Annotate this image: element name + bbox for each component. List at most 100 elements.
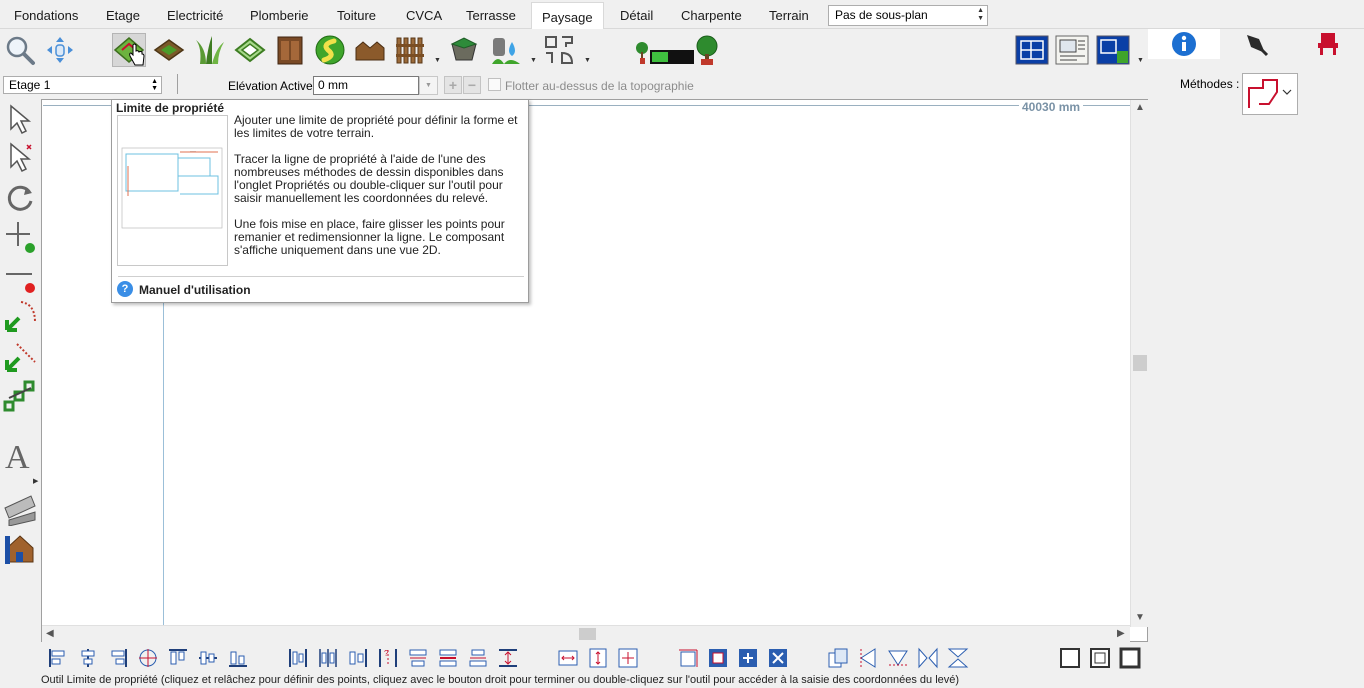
scroll-down-icon[interactable]: ▼	[1135, 612, 1145, 623]
level-select-value: Etage 1	[9, 78, 51, 92]
scroll-up-icon[interactable]: ▲	[1135, 102, 1145, 113]
level-select[interactable]: Etage 1 ▲ ▼	[3, 76, 162, 94]
tab-fondations[interactable]: Fondations	[14, 8, 78, 23]
methods-dropdown[interactable]	[1242, 73, 1298, 115]
tab-toiture[interactable]: Toiture	[337, 8, 376, 23]
house-3d-icon[interactable]	[2, 531, 38, 567]
space-top-icon[interactable]	[407, 647, 429, 669]
mirror-horizontal-icon[interactable]	[917, 647, 939, 669]
tab-info[interactable]	[1148, 29, 1220, 59]
view-border-icon[interactable]	[1119, 647, 1141, 669]
hedge-icon[interactable]	[353, 33, 387, 67]
copy-object-icon[interactable]	[827, 647, 849, 669]
tool-tooltip: Limite de propriété —— Ajouter une limit…	[111, 99, 529, 303]
resize-both-icon[interactable]	[617, 647, 639, 669]
tab-charpente[interactable]: Charpente	[681, 8, 742, 23]
garden-bed-icon[interactable]	[152, 33, 186, 67]
flip-top-icon[interactable]	[887, 647, 909, 669]
tab-cvca[interactable]: CVCA	[406, 8, 442, 23]
remove-point-icon[interactable]	[2, 259, 38, 295]
line-edit-icon[interactable]	[2, 339, 38, 375]
scroll-right-icon[interactable]: ▶	[1117, 628, 1125, 639]
tab-plomberie[interactable]: Plomberie	[250, 8, 309, 23]
dropdown-arrow-icon[interactable]: ▼	[1137, 57, 1144, 64]
cabinet-icon[interactable]	[273, 33, 307, 67]
help-icon[interactable]: ?	[117, 281, 133, 297]
space-bottom-icon[interactable]	[467, 647, 489, 669]
size-shrink-icon[interactable]	[767, 647, 789, 669]
space-middle-icon[interactable]	[437, 647, 459, 669]
view-detail-icon[interactable]	[1089, 647, 1111, 669]
select-multiple-icon[interactable]	[2, 139, 38, 175]
chain-icon[interactable]	[2, 379, 38, 415]
align-right-icon[interactable]	[107, 647, 129, 669]
space-vertical-icon[interactable]	[497, 647, 519, 669]
fence-icon[interactable]	[393, 33, 427, 67]
tab-electricite[interactable]: Electricité	[167, 8, 223, 23]
tab-paysage[interactable]: Paysage	[531, 2, 604, 30]
text-icon[interactable]: A	[2, 437, 38, 473]
view-frame-icon[interactable]	[1059, 647, 1081, 669]
subplan-select[interactable]: Pas de sous-plan ▲ ▼	[828, 5, 988, 26]
plan-view-icon[interactable]	[1015, 33, 1049, 67]
water-icon[interactable]	[489, 33, 523, 67]
layout-view-icon[interactable]	[1055, 33, 1089, 67]
scroll-left-icon[interactable]: ◀	[46, 628, 54, 639]
pond-icon[interactable]	[447, 33, 481, 67]
pan-icon[interactable]	[43, 33, 77, 67]
align-middle-icon[interactable]	[137, 647, 159, 669]
size-match-icon[interactable]	[707, 647, 729, 669]
tab-detail[interactable]: Détail	[620, 8, 653, 23]
mirror-vertical-icon[interactable]	[947, 647, 969, 669]
distribute-spacing-icon[interactable]: ?	[377, 647, 399, 669]
camera-film-icon[interactable]	[2, 491, 38, 527]
vertical-scroll-thumb[interactable]	[1133, 355, 1147, 371]
size-expand-icon[interactable]	[677, 647, 699, 669]
status-bar: Outil Limite de propriété (cliquez et re…	[0, 673, 1364, 688]
tab-terrain[interactable]: Terrain	[769, 8, 809, 23]
path-icon[interactable]	[313, 33, 347, 67]
lawn-icon[interactable]	[233, 33, 267, 67]
user-manual-link[interactable]: Manuel d'utilisation	[139, 283, 251, 297]
tab-etage[interactable]: Etage	[106, 8, 140, 23]
distribute-right-icon[interactable]	[347, 647, 369, 669]
grass-icon[interactable]	[193, 33, 227, 67]
shapes-icon[interactable]	[542, 33, 576, 67]
size-grow-icon[interactable]	[737, 647, 759, 669]
dropdown-arrow-icon[interactable]: ▼	[530, 57, 537, 64]
flip-left-icon[interactable]	[857, 647, 879, 669]
tree-icon[interactable]	[690, 33, 724, 67]
elevation-minus-button[interactable]: −	[463, 76, 481, 94]
distribute-left-icon[interactable]	[287, 647, 309, 669]
resize-height-icon[interactable]	[587, 647, 609, 669]
align-left-icon[interactable]	[47, 647, 69, 669]
horizontal-scroll-thumb[interactable]	[579, 628, 596, 640]
tooltip-preview-image: ——	[117, 115, 228, 266]
align-top-icon[interactable]	[167, 647, 189, 669]
rotate-icon[interactable]	[2, 179, 38, 215]
site-plan-view-icon[interactable]	[1096, 33, 1130, 67]
vertical-scrollbar[interactable]: ▲ ▼	[1130, 100, 1148, 627]
zoom-icon[interactable]	[3, 33, 37, 67]
distribute-center-icon[interactable]	[317, 647, 339, 669]
elevation-dropdown[interactable]: ▼	[419, 76, 438, 95]
elevation-input[interactable]: 0 mm	[313, 76, 419, 95]
select-arrow-icon[interactable]	[2, 101, 38, 137]
tab-terrasse[interactable]: Terrasse	[466, 8, 516, 23]
float-topography-checkbox[interactable]	[488, 78, 501, 91]
align-center-icon[interactable]	[77, 647, 99, 669]
tab-style[interactable]	[1220, 29, 1292, 59]
dropdown-arrow-icon[interactable]: ▶	[33, 477, 38, 485]
arc-edit-icon[interactable]	[2, 299, 38, 335]
horizontal-scrollbar[interactable]: ◀ ▶	[42, 625, 1130, 642]
align-bottom-icon[interactable]	[227, 647, 249, 669]
align-vcenter-icon[interactable]	[197, 647, 219, 669]
plant-growth-icon[interactable]	[633, 33, 697, 67]
guide-line	[163, 300, 164, 625]
resize-width-icon[interactable]	[557, 647, 579, 669]
dropdown-arrow-icon[interactable]: ▼	[434, 57, 441, 64]
add-point-icon[interactable]	[2, 219, 38, 255]
dropdown-arrow-icon[interactable]: ▼	[584, 57, 591, 64]
elevation-plus-button[interactable]: +	[444, 76, 462, 94]
tab-furniture[interactable]	[1292, 29, 1364, 59]
